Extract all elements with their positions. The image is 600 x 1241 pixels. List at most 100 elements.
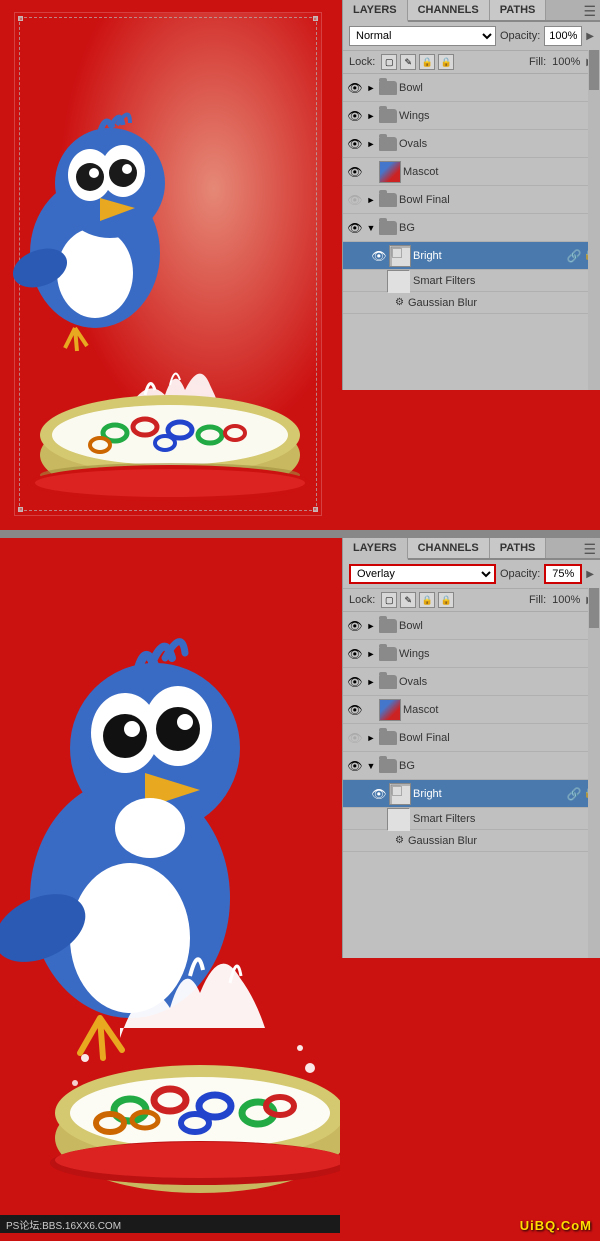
tab-paths-top[interactable]: PATHS: [490, 0, 547, 20]
folder-icon-ovals-bottom: [379, 675, 397, 689]
eye-mascot-bottom[interactable]: 👁: [347, 702, 363, 718]
smart-filters-label-top: Smart Filters: [413, 275, 475, 287]
eye-bg-top[interactable]: 👁: [347, 220, 363, 236]
folder-icon-bowl-top: [379, 81, 397, 95]
layer-name-bowl-bottom: Bowl: [399, 620, 596, 632]
panel-divider: [0, 530, 600, 538]
eye-bg-bottom[interactable]: 👁: [347, 758, 363, 774]
eye-bowl-bottom[interactable]: 👁: [347, 618, 363, 634]
canvas-document-bottom: PS论坛:BBS.16XX6.COM: [0, 538, 340, 1233]
lock-image-top[interactable]: ✎: [400, 54, 416, 70]
panel-scroll-thumb-bottom[interactable]: [589, 588, 599, 628]
folder-icon-wings-bottom: [379, 647, 397, 661]
opacity-arrow-bottom[interactable]: ▶: [586, 569, 594, 580]
layer-bg-bottom[interactable]: 👁 ▼ BG: [343, 752, 600, 780]
expand-bowlfinal-bottom[interactable]: ►: [365, 732, 377, 744]
eye-bowl-top[interactable]: 👁: [347, 80, 363, 96]
expand-bowlfinal-top[interactable]: ►: [365, 194, 377, 206]
layer-name-bright-top: Bright: [413, 250, 565, 262]
top-canvas-area: LAYERS CHANNELS PATHS ☰ Normal Overlay M…: [0, 0, 600, 530]
panel-scrollbar-bottom[interactable]: [588, 588, 600, 958]
eye-bright-bottom[interactable]: 👁: [371, 786, 387, 802]
bird-cereal-scene-bottom: [0, 538, 340, 1233]
layer-wings-top[interactable]: 👁 ► Wings: [343, 102, 600, 130]
eye-wings-top[interactable]: 👁: [347, 108, 363, 124]
opacity-input-bottom[interactable]: [544, 564, 582, 584]
ps-bar-text: PS论坛:BBS.16XX6.COM: [6, 1217, 121, 1232]
expand-bg-top[interactable]: ▼: [365, 222, 377, 234]
canvas-bottom: PS论坛:BBS.16XX6.COM: [0, 538, 340, 1233]
expand-bg-bottom[interactable]: ▼: [365, 760, 377, 772]
expand-ovals-bottom[interactable]: ►: [365, 676, 377, 688]
panel-tabs-bottom: LAYERS CHANNELS PATHS ☰: [343, 538, 600, 560]
fill-value-top: 100%: [552, 56, 580, 68]
lock-image-bottom[interactable]: ✎: [400, 592, 416, 608]
lock-fill-row-top: Lock: ▢ ✎ 🔒 🔒 Fill: 100% ▶: [343, 51, 600, 74]
tab-channels-bottom[interactable]: CHANNELS: [408, 538, 490, 558]
expand-bowl-top[interactable]: ►: [365, 82, 377, 94]
gaussian-blur-item-bottom: ⚙ Gaussian Blur ≡: [343, 830, 600, 852]
layer-bowlfinal-top[interactable]: 👁 ► Bowl Final: [343, 186, 600, 214]
eye-bright-top[interactable]: 👁: [371, 248, 387, 264]
expand-ovals-top[interactable]: ►: [365, 138, 377, 150]
folder-icon-bg-top: [379, 221, 397, 235]
layer-wings-bottom[interactable]: 👁 ► Wings: [343, 640, 600, 668]
tab-layers-top[interactable]: LAYERS: [343, 0, 408, 22]
corner-handle-bl: [18, 507, 23, 512]
cereal-bowl-top: [25, 375, 315, 505]
eye-bowlfinal-bottom[interactable]: 👁: [347, 730, 363, 746]
lock-all-top[interactable]: 🔒: [438, 54, 454, 70]
lock-position-top[interactable]: 🔒: [419, 54, 435, 70]
layer-bowlfinal-bottom[interactable]: 👁 ► Bowl Final: [343, 724, 600, 752]
lock-label-bottom: Lock:: [349, 594, 375, 606]
eye-wings-bottom[interactable]: 👁: [347, 646, 363, 662]
corner-handle-br: [313, 507, 318, 512]
layer-name-wings-top: Wings: [399, 110, 596, 122]
layer-bg-top[interactable]: 👁 ▼ BG: [343, 214, 600, 242]
panel-scrollbar-top[interactable]: [588, 50, 600, 390]
tab-layers-bottom[interactable]: LAYERS: [343, 538, 408, 560]
sf-thumb-top: [387, 270, 409, 292]
folder-icon-ovals-top: [379, 137, 397, 151]
layer-bright-bottom[interactable]: 👁 Bright 🔗 🔒: [343, 780, 600, 808]
tab-paths-bottom[interactable]: PATHS: [490, 538, 547, 558]
panel-menu-bottom[interactable]: ☰: [583, 541, 596, 558]
layer-name-mascot-top: Mascot: [403, 166, 596, 178]
lock-all-bottom[interactable]: 🔒: [438, 592, 454, 608]
eye-bowlfinal-top[interactable]: 👁: [347, 192, 363, 208]
lock-transparent-top[interactable]: ▢: [381, 54, 397, 70]
eye-ovals-bottom[interactable]: 👁: [347, 674, 363, 690]
layer-bowl-top[interactable]: 👁 ► Bowl: [343, 74, 600, 102]
fill-label-bottom: Fill:: [529, 594, 546, 606]
fill-label-top: Fill:: [529, 56, 546, 68]
layer-mascot-top[interactable]: 👁 ► Mascot: [343, 158, 600, 186]
layer-ovals-top[interactable]: 👁 ► Ovals: [343, 130, 600, 158]
eye-mascot-top[interactable]: 👁: [347, 164, 363, 180]
lock-transparent-bottom[interactable]: ▢: [381, 592, 397, 608]
opacity-input-top[interactable]: [544, 26, 582, 46]
layer-mascot-bottom[interactable]: 👁 ► Mascot: [343, 696, 600, 724]
expand-wings-top[interactable]: ►: [365, 110, 377, 122]
blend-mode-select-top[interactable]: Normal Overlay Multiply Screen: [349, 26, 496, 46]
layer-name-bright-bottom: Bright: [413, 788, 565, 800]
layer-bowl-bottom[interactable]: 👁 ► Bowl: [343, 612, 600, 640]
panel-tabs-top: LAYERS CHANNELS PATHS ☰: [343, 0, 600, 22]
expand-wings-bottom[interactable]: ►: [365, 648, 377, 660]
gaussian-blur-item-top: ⚙ Gaussian Blur ≡: [343, 292, 600, 314]
layer-bright-top[interactable]: 👁 Bright 🔗 🔒: [343, 242, 600, 270]
lock-position-bottom[interactable]: 🔒: [419, 592, 435, 608]
layer-ovals-bottom[interactable]: 👁 ► Ovals: [343, 668, 600, 696]
expand-bowl-bottom[interactable]: ►: [365, 620, 377, 632]
opacity-label-bottom: Opacity:: [500, 568, 540, 580]
eye-ovals-top[interactable]: 👁: [347, 136, 363, 152]
layer-thumb-mascot-bottom: [379, 699, 401, 721]
opacity-arrow-top[interactable]: ▶: [586, 31, 594, 42]
layer-name-bowlfinal-top: Bowl Final: [399, 194, 596, 206]
blend-mode-select-bottom[interactable]: Overlay Normal Multiply Screen: [349, 564, 496, 584]
lock-label-top: Lock:: [349, 56, 375, 68]
layer-name-bg-top: BG: [399, 222, 596, 234]
tab-channels-top[interactable]: CHANNELS: [408, 0, 490, 20]
lock-fill-row-bottom: Lock: ▢ ✎ 🔒 🔒 Fill: 100% ▶: [343, 589, 600, 612]
panel-menu-top[interactable]: ☰: [583, 3, 596, 20]
panel-scroll-thumb-top[interactable]: [589, 50, 599, 90]
